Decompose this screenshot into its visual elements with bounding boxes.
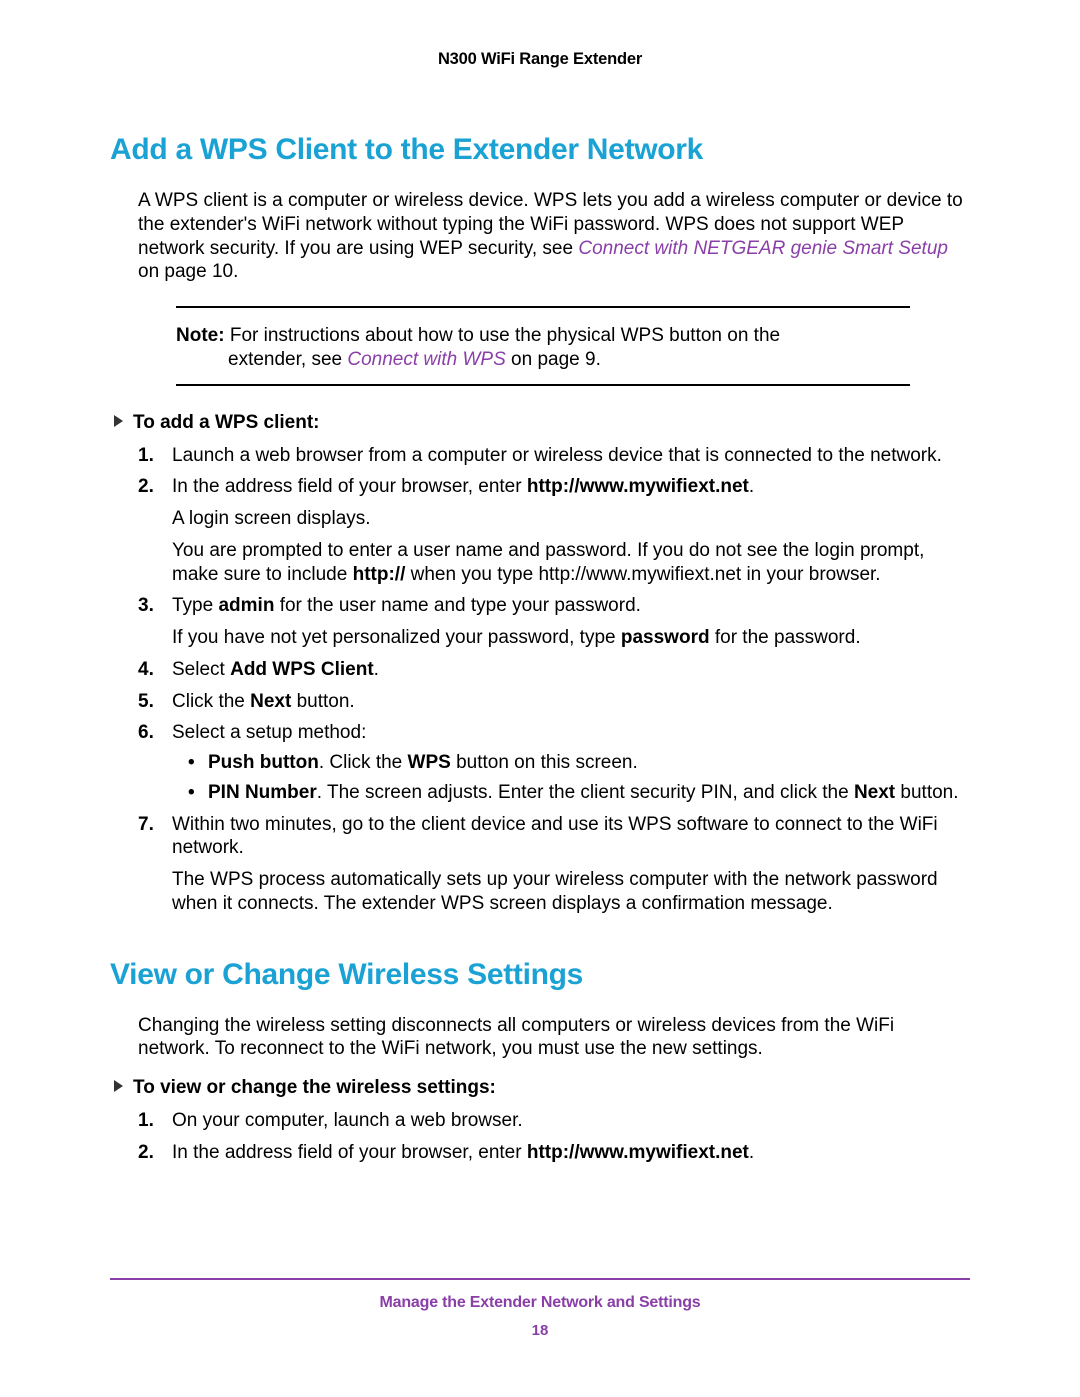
steps-list-2: 1. On your computer, launch a web browse… bbox=[110, 1109, 970, 1165]
step-text: On your computer, launch a web browser. bbox=[172, 1110, 523, 1131]
section2-intro: Changing the wireless setting disconnect… bbox=[110, 1014, 970, 1062]
step-text: Within two minutes, go to the client dev… bbox=[172, 814, 938, 859]
footer-rule bbox=[110, 1278, 970, 1280]
step-number: 1. bbox=[138, 1109, 154, 1133]
text: . Click the bbox=[319, 752, 408, 773]
text: . bbox=[749, 1142, 754, 1163]
text: Type bbox=[172, 595, 218, 616]
text: Click the bbox=[172, 691, 250, 712]
step-number: 5. bbox=[138, 690, 154, 714]
note-rule-bottom bbox=[176, 384, 910, 386]
task-heading-1: To add a WPS client: bbox=[110, 412, 970, 434]
step-7: 7. Within two minutes, go to the client … bbox=[138, 813, 970, 916]
bold-text: admin bbox=[218, 595, 274, 616]
text: In the address field of your browser, en… bbox=[172, 476, 527, 497]
text: when you type http://www.mywifiext.net i… bbox=[405, 564, 880, 585]
step-text: Type admin for the user name and type yo… bbox=[172, 595, 641, 616]
task-heading-2: To view or change the wireless settings: bbox=[110, 1077, 970, 1099]
text: If you have not yet personalized your pa… bbox=[172, 627, 621, 648]
step-text: Launch a web browser from a computer or … bbox=[172, 445, 942, 466]
step-text: Select Add WPS Client. bbox=[172, 659, 379, 680]
bold-text: PIN Number bbox=[208, 782, 317, 803]
text: extender, see bbox=[228, 349, 347, 370]
step-sub: If you have not yet personalized your pa… bbox=[172, 626, 970, 650]
bold-text: Push button bbox=[208, 752, 319, 773]
bold-text: Add WPS Client bbox=[230, 659, 374, 680]
steps-list-1: 1. Launch a web browser from a computer … bbox=[110, 444, 970, 916]
text: on page 9. bbox=[506, 349, 601, 370]
step-number: 2. bbox=[138, 1141, 154, 1165]
bullet-list: Push button. Click the WPS button on thi… bbox=[172, 751, 970, 805]
step-text: Click the Next button. bbox=[172, 691, 355, 712]
step-6: 6. Select a setup method: Push button. C… bbox=[138, 721, 970, 804]
text: button. bbox=[895, 782, 958, 803]
step-3: 3. Type admin for the user name and type… bbox=[138, 594, 970, 650]
step-sub: You are prompted to enter a user name an… bbox=[172, 539, 970, 587]
step-1: 1. On your computer, launch a web browse… bbox=[138, 1109, 970, 1133]
bold-text: password bbox=[621, 627, 710, 648]
text: button. bbox=[291, 691, 354, 712]
link-connect-wps[interactable]: Connect with WPS bbox=[347, 349, 505, 370]
bold-text: http:// bbox=[353, 564, 406, 585]
text: . bbox=[749, 476, 754, 497]
step-text: Select a setup method: bbox=[172, 722, 366, 743]
doc-header: N300 WiFi Range Extender bbox=[110, 50, 970, 69]
step-1: 1. Launch a web browser from a computer … bbox=[138, 444, 970, 468]
page-footer: Manage the Extender Network and Settings… bbox=[110, 1278, 970, 1339]
bold-text: Next bbox=[250, 691, 291, 712]
text: Select bbox=[172, 659, 230, 680]
note-box: Note: For instructions about how to use … bbox=[176, 306, 910, 386]
section-heading-1: Add a WPS Client to the Extender Network bbox=[110, 133, 970, 167]
note-content: Note: For instructions about how to use … bbox=[176, 308, 910, 384]
url-text: http://www.mywifiext.net bbox=[527, 1142, 749, 1163]
step-2: 2. In the address field of your browser,… bbox=[138, 475, 970, 586]
text: . The screen adjusts. Enter the client s… bbox=[317, 782, 854, 803]
step-4: 4. Select Add WPS Client. bbox=[138, 658, 970, 682]
text: button on this screen. bbox=[451, 752, 638, 773]
note-label: Note: bbox=[176, 325, 225, 346]
step-number: 1. bbox=[138, 444, 154, 468]
bullet-item: PIN Number. The screen adjusts. Enter th… bbox=[188, 781, 970, 805]
section1-intro: A WPS client is a computer or wireless d… bbox=[110, 189, 970, 284]
text: For instructions about how to use the ph… bbox=[225, 325, 781, 346]
step-text: In the address field of your browser, en… bbox=[172, 476, 754, 497]
step-number: 3. bbox=[138, 594, 154, 618]
text: . bbox=[374, 659, 379, 680]
section-heading-2: View or Change Wireless Settings bbox=[110, 958, 970, 992]
step-sub: The WPS process automatically sets up yo… bbox=[172, 868, 970, 916]
step-text: In the address field of your browser, en… bbox=[172, 1142, 754, 1163]
chevron-right-icon bbox=[114, 415, 123, 427]
text: for the password. bbox=[710, 627, 861, 648]
step-number: 6. bbox=[138, 721, 154, 745]
footer-title: Manage the Extender Network and Settings bbox=[110, 1294, 970, 1312]
step-number: 7. bbox=[138, 813, 154, 837]
task-title: To view or change the wireless settings: bbox=[133, 1077, 496, 1098]
bold-text: WPS bbox=[408, 752, 451, 773]
text: for the user name and type your password… bbox=[274, 595, 640, 616]
bold-text: Next bbox=[854, 782, 895, 803]
chevron-right-icon bbox=[114, 1080, 123, 1092]
task-title: To add a WPS client: bbox=[133, 412, 320, 433]
link-genie-setup[interactable]: Connect with NETGEAR genie Smart Setup bbox=[578, 238, 948, 259]
url-text: http://www.mywifiext.net bbox=[527, 476, 749, 497]
step-number: 2. bbox=[138, 475, 154, 499]
text: In the address field of your browser, en… bbox=[172, 1142, 527, 1163]
step-sub: A login screen displays. bbox=[172, 507, 970, 531]
bullet-item: Push button. Click the WPS button on thi… bbox=[188, 751, 970, 775]
step-5: 5. Click the Next button. bbox=[138, 690, 970, 714]
step-2: 2. In the address field of your browser,… bbox=[138, 1141, 970, 1165]
text: on page 10. bbox=[138, 261, 238, 282]
step-number: 4. bbox=[138, 658, 154, 682]
footer-page-number: 18 bbox=[110, 1322, 970, 1339]
